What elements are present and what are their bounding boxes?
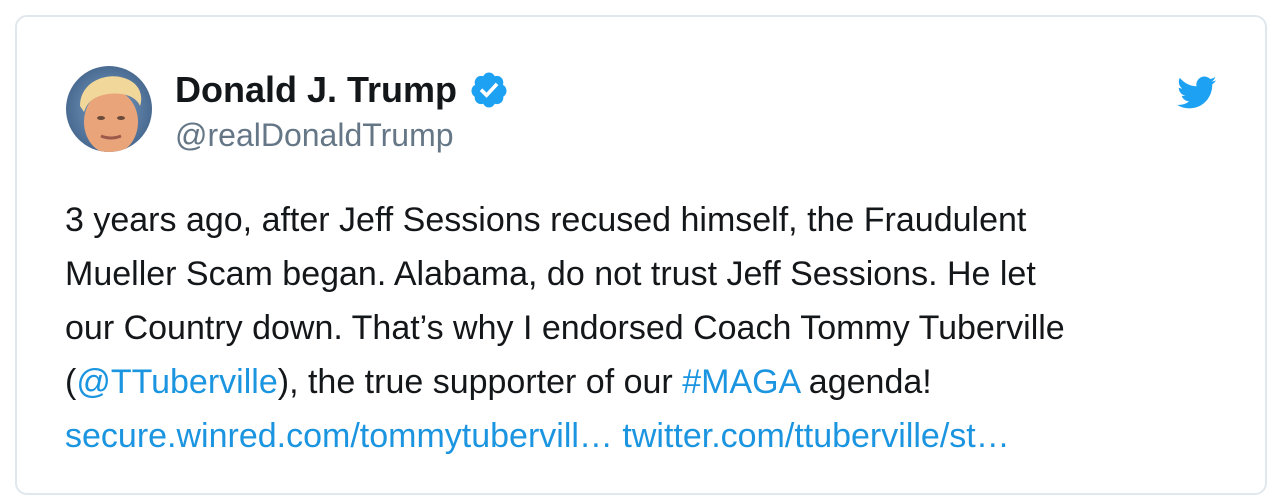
tweet-line: (@TTuberville), the true supporter of ou… bbox=[65, 355, 1235, 409]
mention-link[interactable]: @TTuberville bbox=[76, 363, 277, 401]
twitter-bird-icon[interactable] bbox=[1175, 72, 1219, 112]
author-name[interactable]: Donald J. Trump bbox=[175, 69, 457, 111]
hashtag-link[interactable]: #MAGA bbox=[682, 363, 799, 401]
url-link-winred[interactable]: secure.winred.com/tommytubervill… bbox=[65, 417, 613, 455]
verified-badge-icon bbox=[471, 72, 507, 108]
tweet-line: Mueller Scam began. Alabama, do not trus… bbox=[65, 255, 1036, 293]
author-avatar[interactable] bbox=[66, 66, 152, 152]
tweet-line: 3 years ago, after Jeff Sessions recused… bbox=[65, 201, 1027, 239]
paren-open: ( bbox=[65, 363, 77, 401]
url-link-twitter[interactable]: twitter.com/ttuberville/st… bbox=[622, 417, 1009, 455]
text-segment: agenda! bbox=[799, 363, 932, 401]
author-name-row[interactable]: Donald J. Trump bbox=[175, 67, 509, 113]
text-segment: ), the true supporter of our bbox=[277, 363, 683, 401]
tweet-text: 3 years ago, after Jeff Sessions recused… bbox=[65, 193, 1235, 463]
avatar-image bbox=[66, 66, 152, 152]
tweet-card: Donald J. Trump @realDonaldTrump 3 years… bbox=[15, 15, 1267, 495]
author-handle[interactable]: @realDonaldTrump bbox=[175, 117, 454, 154]
tweet-line: secure.winred.com/tommytubervill… twitte… bbox=[65, 409, 1235, 463]
tweet-line: our Country down. That’s why I endorsed … bbox=[65, 309, 1065, 347]
